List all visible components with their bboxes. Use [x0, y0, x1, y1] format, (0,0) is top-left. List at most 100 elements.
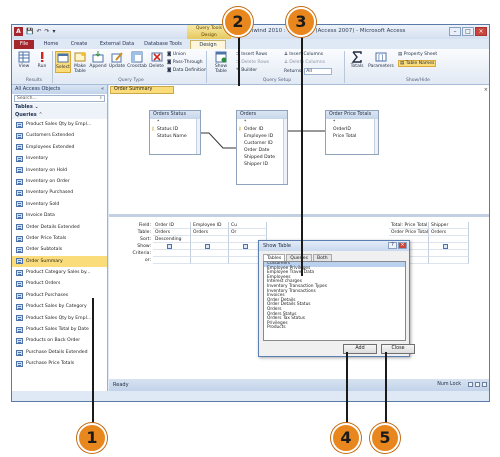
- table-list-item[interactable]: Products: [264, 326, 405, 331]
- returns-label: Returns:: [284, 69, 303, 74]
- maximize-button[interactable]: □: [462, 27, 474, 36]
- grid-cell[interactable]: [153, 257, 191, 264]
- grid-cell[interactable]: Order Price Totals: [389, 229, 429, 236]
- grid-cell[interactable]: Order ID: [153, 222, 191, 229]
- delete-columns-button[interactable]: ⇊ Delete Columns: [284, 60, 325, 65]
- undo-icon[interactable]: ↶: [36, 28, 41, 35]
- view-icon[interactable]: [468, 382, 473, 387]
- show-checkbox[interactable]: [205, 244, 210, 249]
- nav-query-item[interactable]: Inventory on Order: [12, 176, 107, 187]
- help-button[interactable]: ?: [388, 242, 397, 249]
- view-button[interactable]: View: [15, 51, 33, 69]
- nav-category-tables[interactable]: Tables ⌄: [12, 103, 107, 111]
- grid-cell[interactable]: Employee ID: [191, 222, 229, 229]
- run-button[interactable]: Run: [34, 51, 50, 69]
- show-checkbox[interactable]: [443, 244, 448, 249]
- nav-query-item[interactable]: Product Sales Qty by Empl...: [12, 119, 107, 130]
- nav-query-item[interactable]: Inventory: [12, 153, 107, 164]
- grid-cell[interactable]: [191, 243, 229, 250]
- close-window-button[interactable]: ×: [475, 27, 487, 36]
- tab-create[interactable]: Create: [67, 40, 91, 49]
- save-icon[interactable]: 💾: [26, 28, 33, 35]
- nav-query-item[interactable]: Inventory on Hold: [12, 165, 107, 176]
- grid-cell[interactable]: [429, 236, 469, 243]
- nav-pane-header[interactable]: All Access Objects «: [12, 85, 107, 94]
- query-icon: [16, 212, 23, 219]
- dialog-title-bar[interactable]: Show Table ? ×: [259, 241, 409, 251]
- returns-dropdown[interactable]: All: [304, 68, 333, 75]
- tab-design[interactable]: Design: [190, 40, 226, 49]
- tab-home[interactable]: Home: [40, 40, 62, 49]
- grid-cell[interactable]: [153, 250, 191, 257]
- grid-row-label: Sort:: [140, 237, 151, 242]
- union-button[interactable]: ◙ Union: [167, 52, 186, 57]
- dialog-title-buttons: ? ×: [388, 242, 407, 249]
- grid-cell[interactable]: Orders: [429, 229, 469, 236]
- close-document-icon[interactable]: ×: [484, 87, 488, 93]
- access-app-icon[interactable]: A: [14, 27, 23, 36]
- view-icon[interactable]: [482, 382, 487, 387]
- property-sheet-label: Property Sheet: [403, 52, 438, 57]
- table-list[interactable]: Customers Employee Privileges Employee Tra…: [263, 261, 406, 341]
- show-table-button[interactable]: Show Table: [210, 51, 232, 74]
- grid-cell[interactable]: [429, 257, 469, 264]
- parameters-button[interactable]: [] Parameters: [368, 51, 394, 69]
- nav-query-item[interactable]: Customers Extended: [12, 130, 107, 141]
- nav-query-item[interactable]: Invoice Data: [12, 210, 107, 221]
- insert-columns-button[interactable]: ⇊ Insert Columns: [284, 52, 323, 57]
- view-icon[interactable]: [475, 382, 480, 387]
- nav-query-item[interactable]: Product Orders: [12, 278, 107, 289]
- show-checkbox[interactable]: [243, 244, 248, 249]
- grid-cell[interactable]: [429, 243, 469, 250]
- tab-external-data[interactable]: External Data: [97, 40, 137, 49]
- document-tab-order-summary[interactable]: Order Summary: [110, 86, 174, 94]
- nav-query-item[interactable]: Employees Extended: [12, 142, 107, 153]
- grid-cell[interactable]: [191, 236, 229, 243]
- grid-cell-value: Employee ID: [193, 223, 222, 228]
- minimize-button[interactable]: –: [449, 27, 461, 36]
- nav-query-item[interactable]: Order Summary: [12, 255, 107, 268]
- nav-query-item[interactable]: Order Subtotals: [12, 244, 107, 255]
- nav-search-input[interactable]: Search... ⌕: [14, 95, 105, 102]
- property-sheet-button[interactable]: ▤ Property Sheet: [398, 52, 437, 57]
- grid-cell[interactable]: Orders: [191, 229, 229, 236]
- grid-cell[interactable]: [153, 243, 191, 250]
- select-query-button[interactable]: Select: [55, 51, 71, 73]
- grid-cell[interactable]: Shipper: [429, 222, 469, 229]
- shutter-bar-icon[interactable]: «: [101, 85, 104, 94]
- pass-through-button[interactable]: ◙ Pass-Through: [167, 60, 203, 65]
- grid-cell[interactable]: Cu: [229, 222, 267, 229]
- make-table-button[interactable]: Make Table: [72, 51, 88, 74]
- nav-query-item[interactable]: Order Price Totals: [12, 233, 107, 244]
- nav-category-queries[interactable]: Queries ⌃: [12, 111, 107, 119]
- delete-query-button[interactable]: Delete: [148, 51, 165, 69]
- grid-cell[interactable]: Descending: [153, 236, 191, 243]
- nav-query-item[interactable]: Inventory Sold: [12, 199, 107, 210]
- add-button[interactable]: Add: [343, 344, 377, 354]
- nav-query-item[interactable]: Product Category Sales by...: [12, 267, 107, 278]
- grid-cell[interactable]: Orders: [153, 229, 191, 236]
- grid-cell[interactable]: [191, 250, 229, 257]
- crosstab-icon: [131, 51, 143, 63]
- nav-query-item[interactable]: Order Details Extended: [12, 222, 107, 233]
- query-icon: [16, 121, 23, 128]
- grid-cell[interactable]: Or: [229, 229, 267, 236]
- tab-database-tools[interactable]: Database Tools: [142, 40, 184, 49]
- data-definition-button[interactable]: ◙ Data Definition: [167, 68, 207, 73]
- nav-query-item[interactable]: Inventory Purchased: [12, 187, 107, 198]
- grid-cell[interactable]: [191, 257, 229, 264]
- grid-cell[interactable]: [429, 250, 469, 257]
- tab-file[interactable]: File: [14, 40, 34, 49]
- totals-button[interactable]: Totals: [348, 51, 366, 69]
- show-checkbox[interactable]: [167, 244, 172, 249]
- crosstab-button[interactable]: Crosstab: [127, 51, 147, 69]
- redo-icon[interactable]: ↷: [45, 28, 50, 35]
- insert-rows-button[interactable]: ⇉ Insert Rows: [236, 52, 267, 57]
- update-button[interactable]: Update: [108, 51, 126, 69]
- append-button[interactable]: Append: [89, 51, 107, 69]
- grid-cell[interactable]: Total: Price Total: [389, 222, 429, 229]
- table-names-button[interactable]: ▤ Table Names: [398, 60, 437, 67]
- dialog-close-icon[interactable]: ×: [398, 242, 407, 249]
- delete-rows-button[interactable]: ⇉ Delete Rows: [236, 60, 269, 65]
- customize-qat-icon[interactable]: ▾: [53, 28, 56, 35]
